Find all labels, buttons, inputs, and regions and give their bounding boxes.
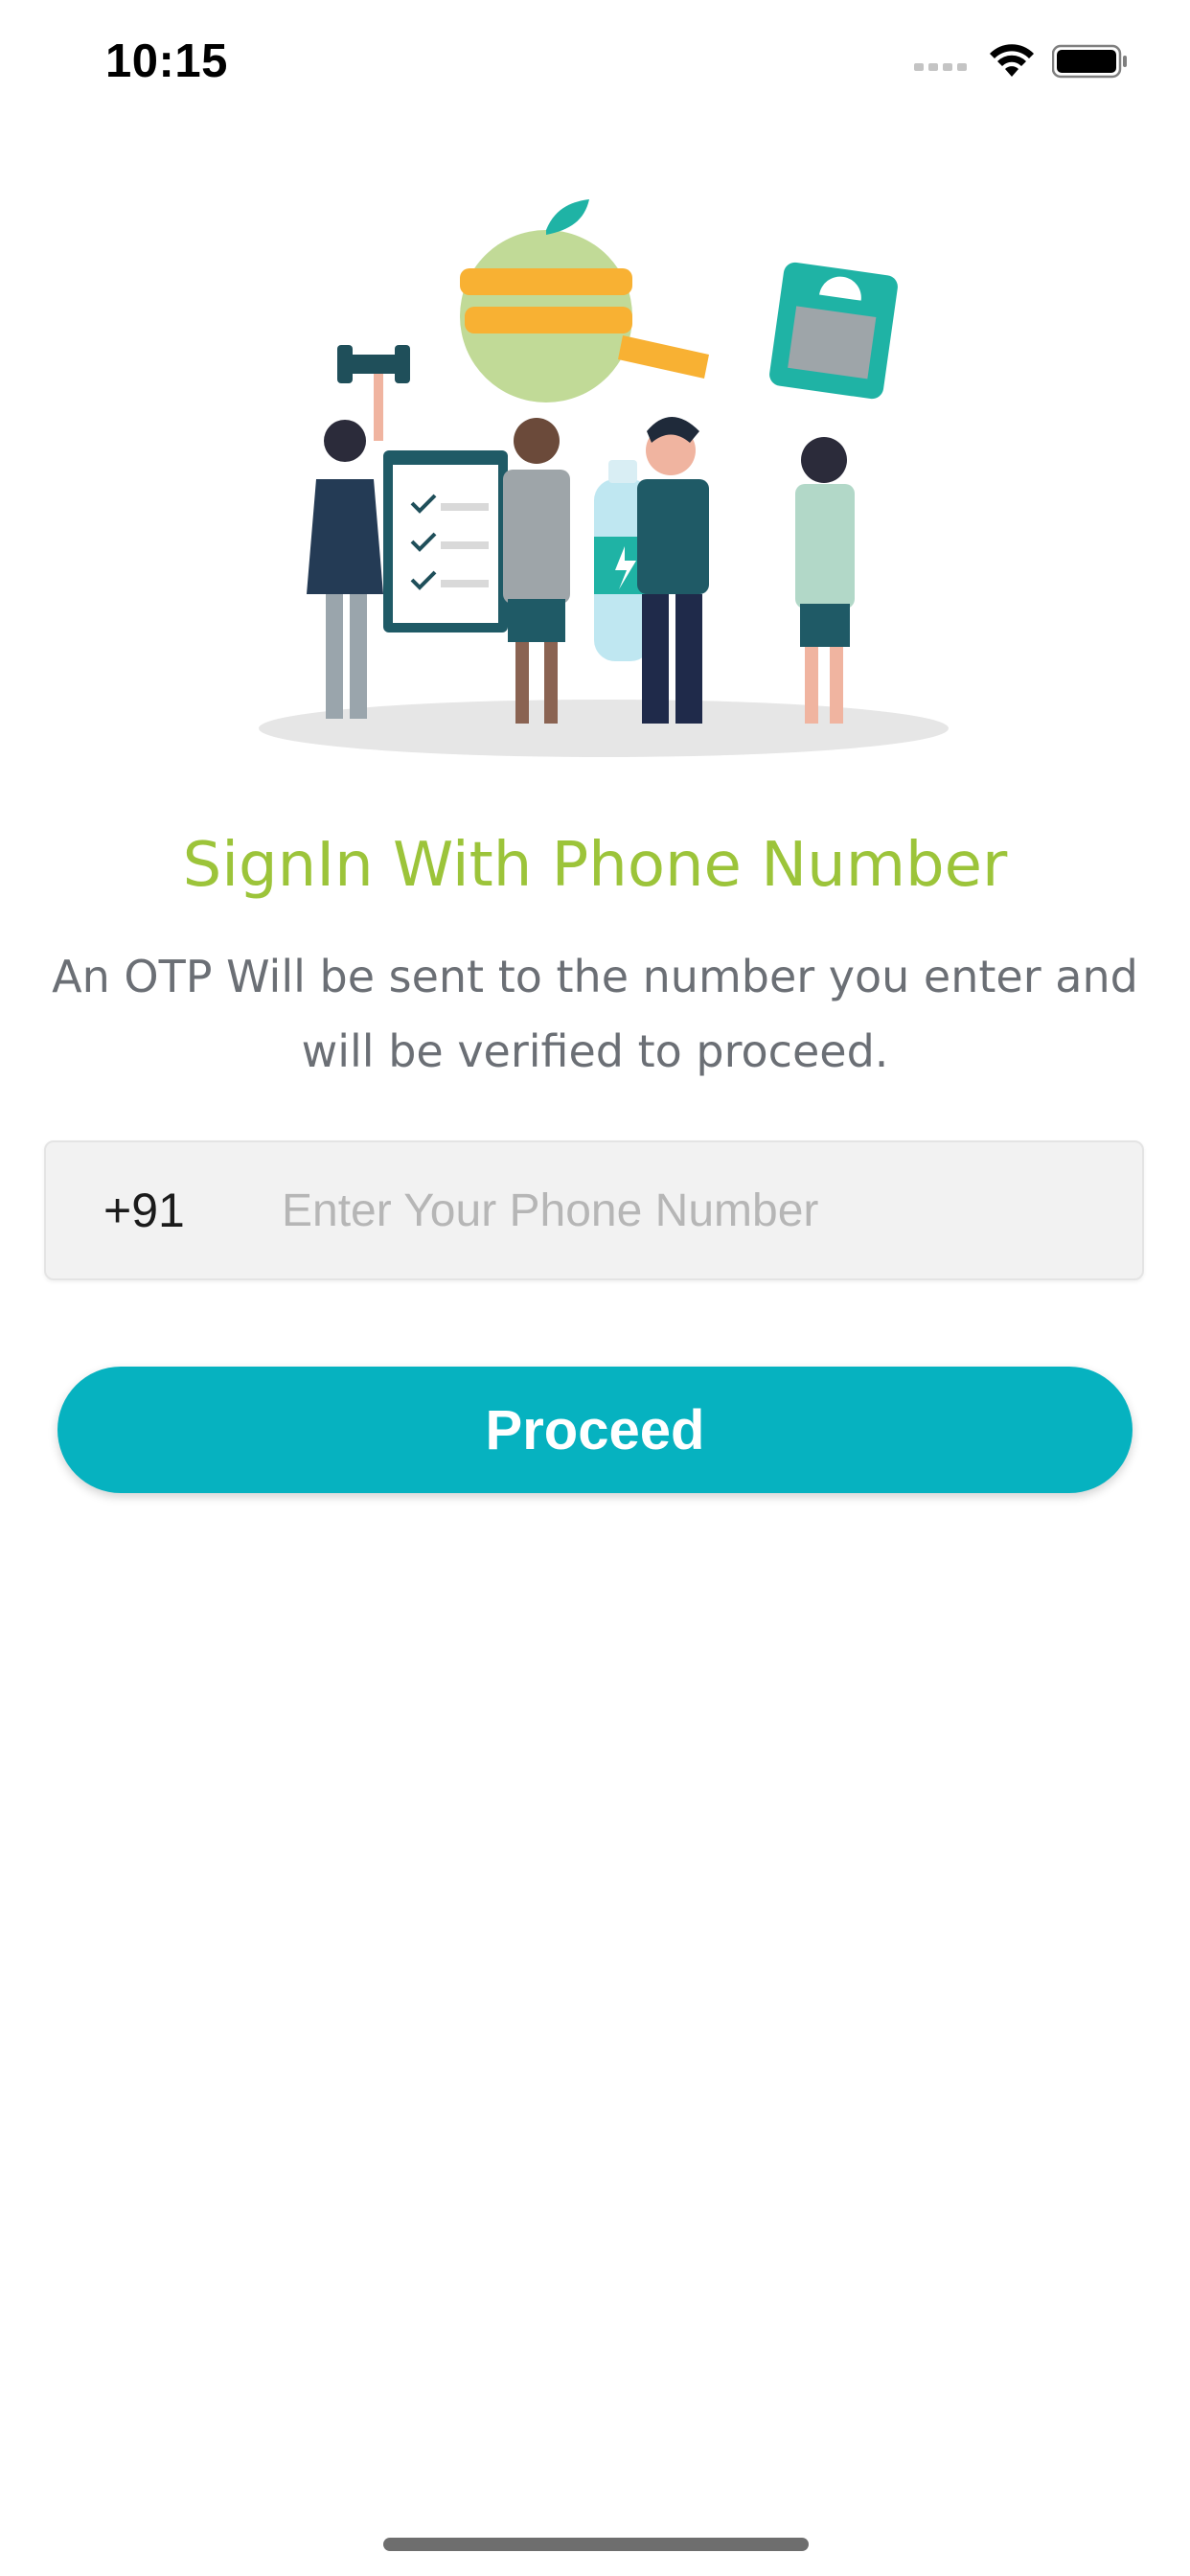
fitness-people-icon <box>259 199 949 757</box>
home-indicator <box>383 2538 809 2551</box>
status-time: 10:15 <box>105 35 228 87</box>
phone-number-input[interactable] <box>280 1183 1108 1238</box>
status-bar: 10:15 <box>0 0 1190 126</box>
wifi-icon <box>990 44 1034 77</box>
battery-icon <box>1052 44 1127 79</box>
phone-number-field: +91 <box>44 1140 1144 1280</box>
page-title: SignIn With Phone Number <box>182 830 1008 901</box>
fitness-people-illustration <box>240 192 968 767</box>
proceed-button[interactable]: Proceed <box>57 1367 1133 1493</box>
otp-description: An OTP Will be sent to the number you en… <box>52 951 1138 1077</box>
status-icons <box>914 44 1129 79</box>
country-code[interactable]: +91 <box>103 1183 209 1238</box>
cellular-signal-icon <box>914 63 967 71</box>
